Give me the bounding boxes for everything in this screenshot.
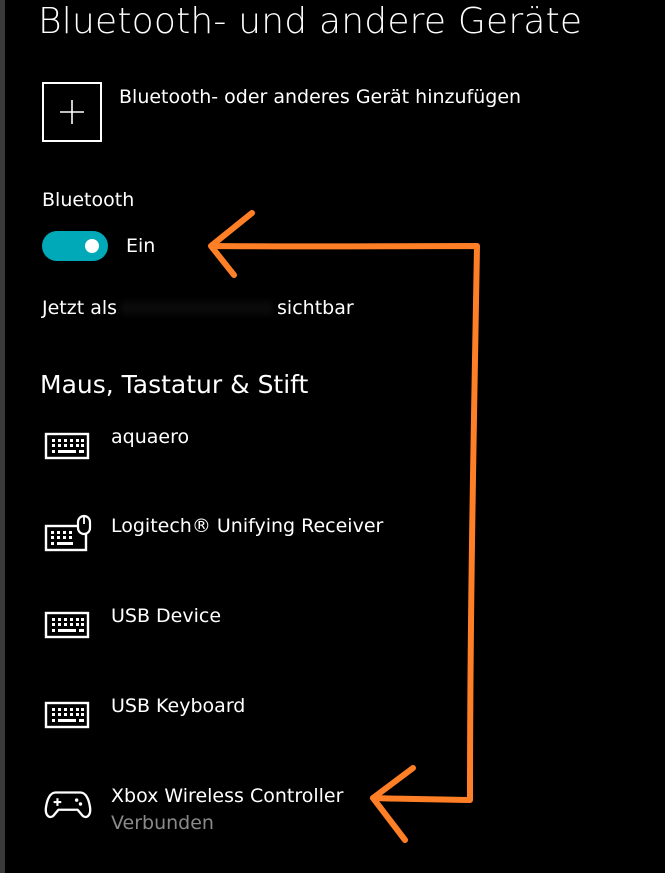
device-text: USB Keyboard [111,694,245,718]
bluetooth-state-label: Ein [126,235,156,257]
device-text: USB Device [111,604,221,628]
keyboard-icon [44,694,92,734]
section-heading: Maus, Tastatur & Stift [40,370,309,399]
device-item-logitech-unifying-receiver[interactable]: Logitech® Unifying Receiver [44,514,383,554]
window-left-edge [0,0,5,873]
device-item-usb-keyboard[interactable]: USB Keyboard [44,694,245,734]
device-status: Verbunden [111,812,214,834]
device-text: Logitech® Unifying Receiver [111,514,383,538]
annotation-arrowhead-bottom [370,765,416,843]
device-name: Logitech® Unifying Receiver [111,515,384,537]
gamepad-icon [44,784,92,824]
keyboard-icon [44,604,92,644]
device-text: Xbox Wireless Controller Verbunden [111,784,343,838]
visibility-prefix: Jetzt als [42,297,118,319]
redacted-device-name [121,301,274,315]
device-item-aquaero[interactable]: aquaero [44,425,189,465]
visibility-suffix: sichtbar [277,297,354,319]
bluetooth-label: Bluetooth [42,189,135,211]
bluetooth-toggle[interactable] [42,231,108,261]
add-device-button[interactable]: Bluetooth- oder anderes Gerät hinzufügen [42,82,521,142]
annotation-arrowhead-top [208,210,255,278]
page-title: Bluetooth- und andere Geräte [38,1,583,42]
add-device-label[interactable]: Bluetooth- oder anderes Gerät hinzufügen [119,86,521,108]
device-name: Xbox Wireless Controller [111,785,344,807]
plus-icon[interactable] [42,82,102,142]
device-name: USB Device [111,605,222,627]
device-name: aquaero [111,426,190,448]
bluetooth-toggle-row: Ein [42,231,155,261]
keyboard-icon [44,425,92,465]
visibility-text: Jetzt als sichtbar [42,297,354,319]
toggle-knob [85,239,99,253]
device-name: USB Keyboard [111,695,246,717]
device-item-usb-device[interactable]: USB Device [44,604,221,644]
device-text: aquaero [111,425,189,449]
keyboard-mouse-icon [44,514,92,554]
device-item-xbox-wireless-controller[interactable]: Xbox Wireless Controller Verbunden [44,784,343,838]
